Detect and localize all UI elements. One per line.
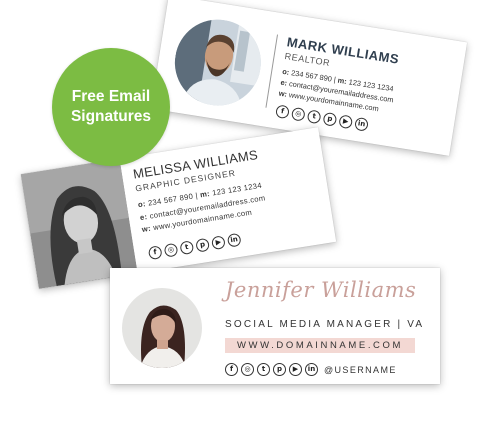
- facebook-icon[interactable]: f: [225, 363, 238, 376]
- instagram-icon[interactable]: ◎: [290, 106, 306, 122]
- instagram-icon[interactable]: ◎: [241, 363, 254, 376]
- twitter-icon[interactable]: t: [257, 363, 270, 376]
- signature-card-jennifer: Jennifer Williams SOCIAL MEDIA MANAGER |…: [110, 268, 440, 384]
- free-signatures-badge: Free Email Signatures: [52, 48, 170, 166]
- social-icons: f ◎ t p ▶ in: [147, 232, 242, 261]
- linkedin-icon[interactable]: in: [305, 363, 318, 376]
- instagram-icon[interactable]: ◎: [163, 242, 179, 258]
- avatar-jennifer: [122, 288, 202, 368]
- youtube-icon[interactable]: ▶: [289, 363, 302, 376]
- badge-line-1: Free Email: [71, 88, 151, 105]
- contact-name: Jennifer Williams: [225, 278, 417, 302]
- linkedin-icon[interactable]: in: [226, 232, 242, 248]
- web-label: w:: [278, 88, 288, 99]
- avatar-mark: [168, 13, 268, 112]
- youtube-icon[interactable]: ▶: [210, 235, 226, 251]
- twitter-icon[interactable]: t: [306, 109, 322, 125]
- twitter-icon[interactable]: t: [179, 240, 195, 256]
- linkedin-icon[interactable]: in: [354, 116, 369, 132]
- youtube-icon[interactable]: ▶: [338, 114, 354, 130]
- signature-card-melissa: MELISSA WILLIAMS GRAPHIC DESIGNER o: 234…: [20, 127, 337, 289]
- facebook-icon[interactable]: f: [275, 104, 290, 120]
- contact-title: SOCIAL MEDIA MANAGER | VA: [225, 319, 425, 330]
- email-label: e:: [279, 77, 288, 88]
- badge-line-2: Signatures: [70, 108, 152, 125]
- office-label: o:: [281, 66, 290, 77]
- email-label: e:: [139, 211, 148, 222]
- mobile-label: m:: [199, 188, 211, 200]
- pinterest-icon[interactable]: p: [195, 237, 211, 253]
- divider: [265, 34, 279, 108]
- website-link[interactable]: WWW.DOMAINNAME.COM: [225, 338, 415, 353]
- web-label: w:: [141, 223, 152, 234]
- office-label: o:: [137, 199, 147, 210]
- pinterest-icon[interactable]: p: [273, 363, 286, 376]
- pinterest-icon[interactable]: p: [322, 111, 338, 127]
- username[interactable]: @USERNAME: [324, 365, 397, 375]
- social-icons: f ◎ t p ▶ in @USERNAME: [225, 363, 397, 376]
- facebook-icon[interactable]: f: [147, 245, 163, 261]
- mobile-label: m:: [337, 75, 348, 86]
